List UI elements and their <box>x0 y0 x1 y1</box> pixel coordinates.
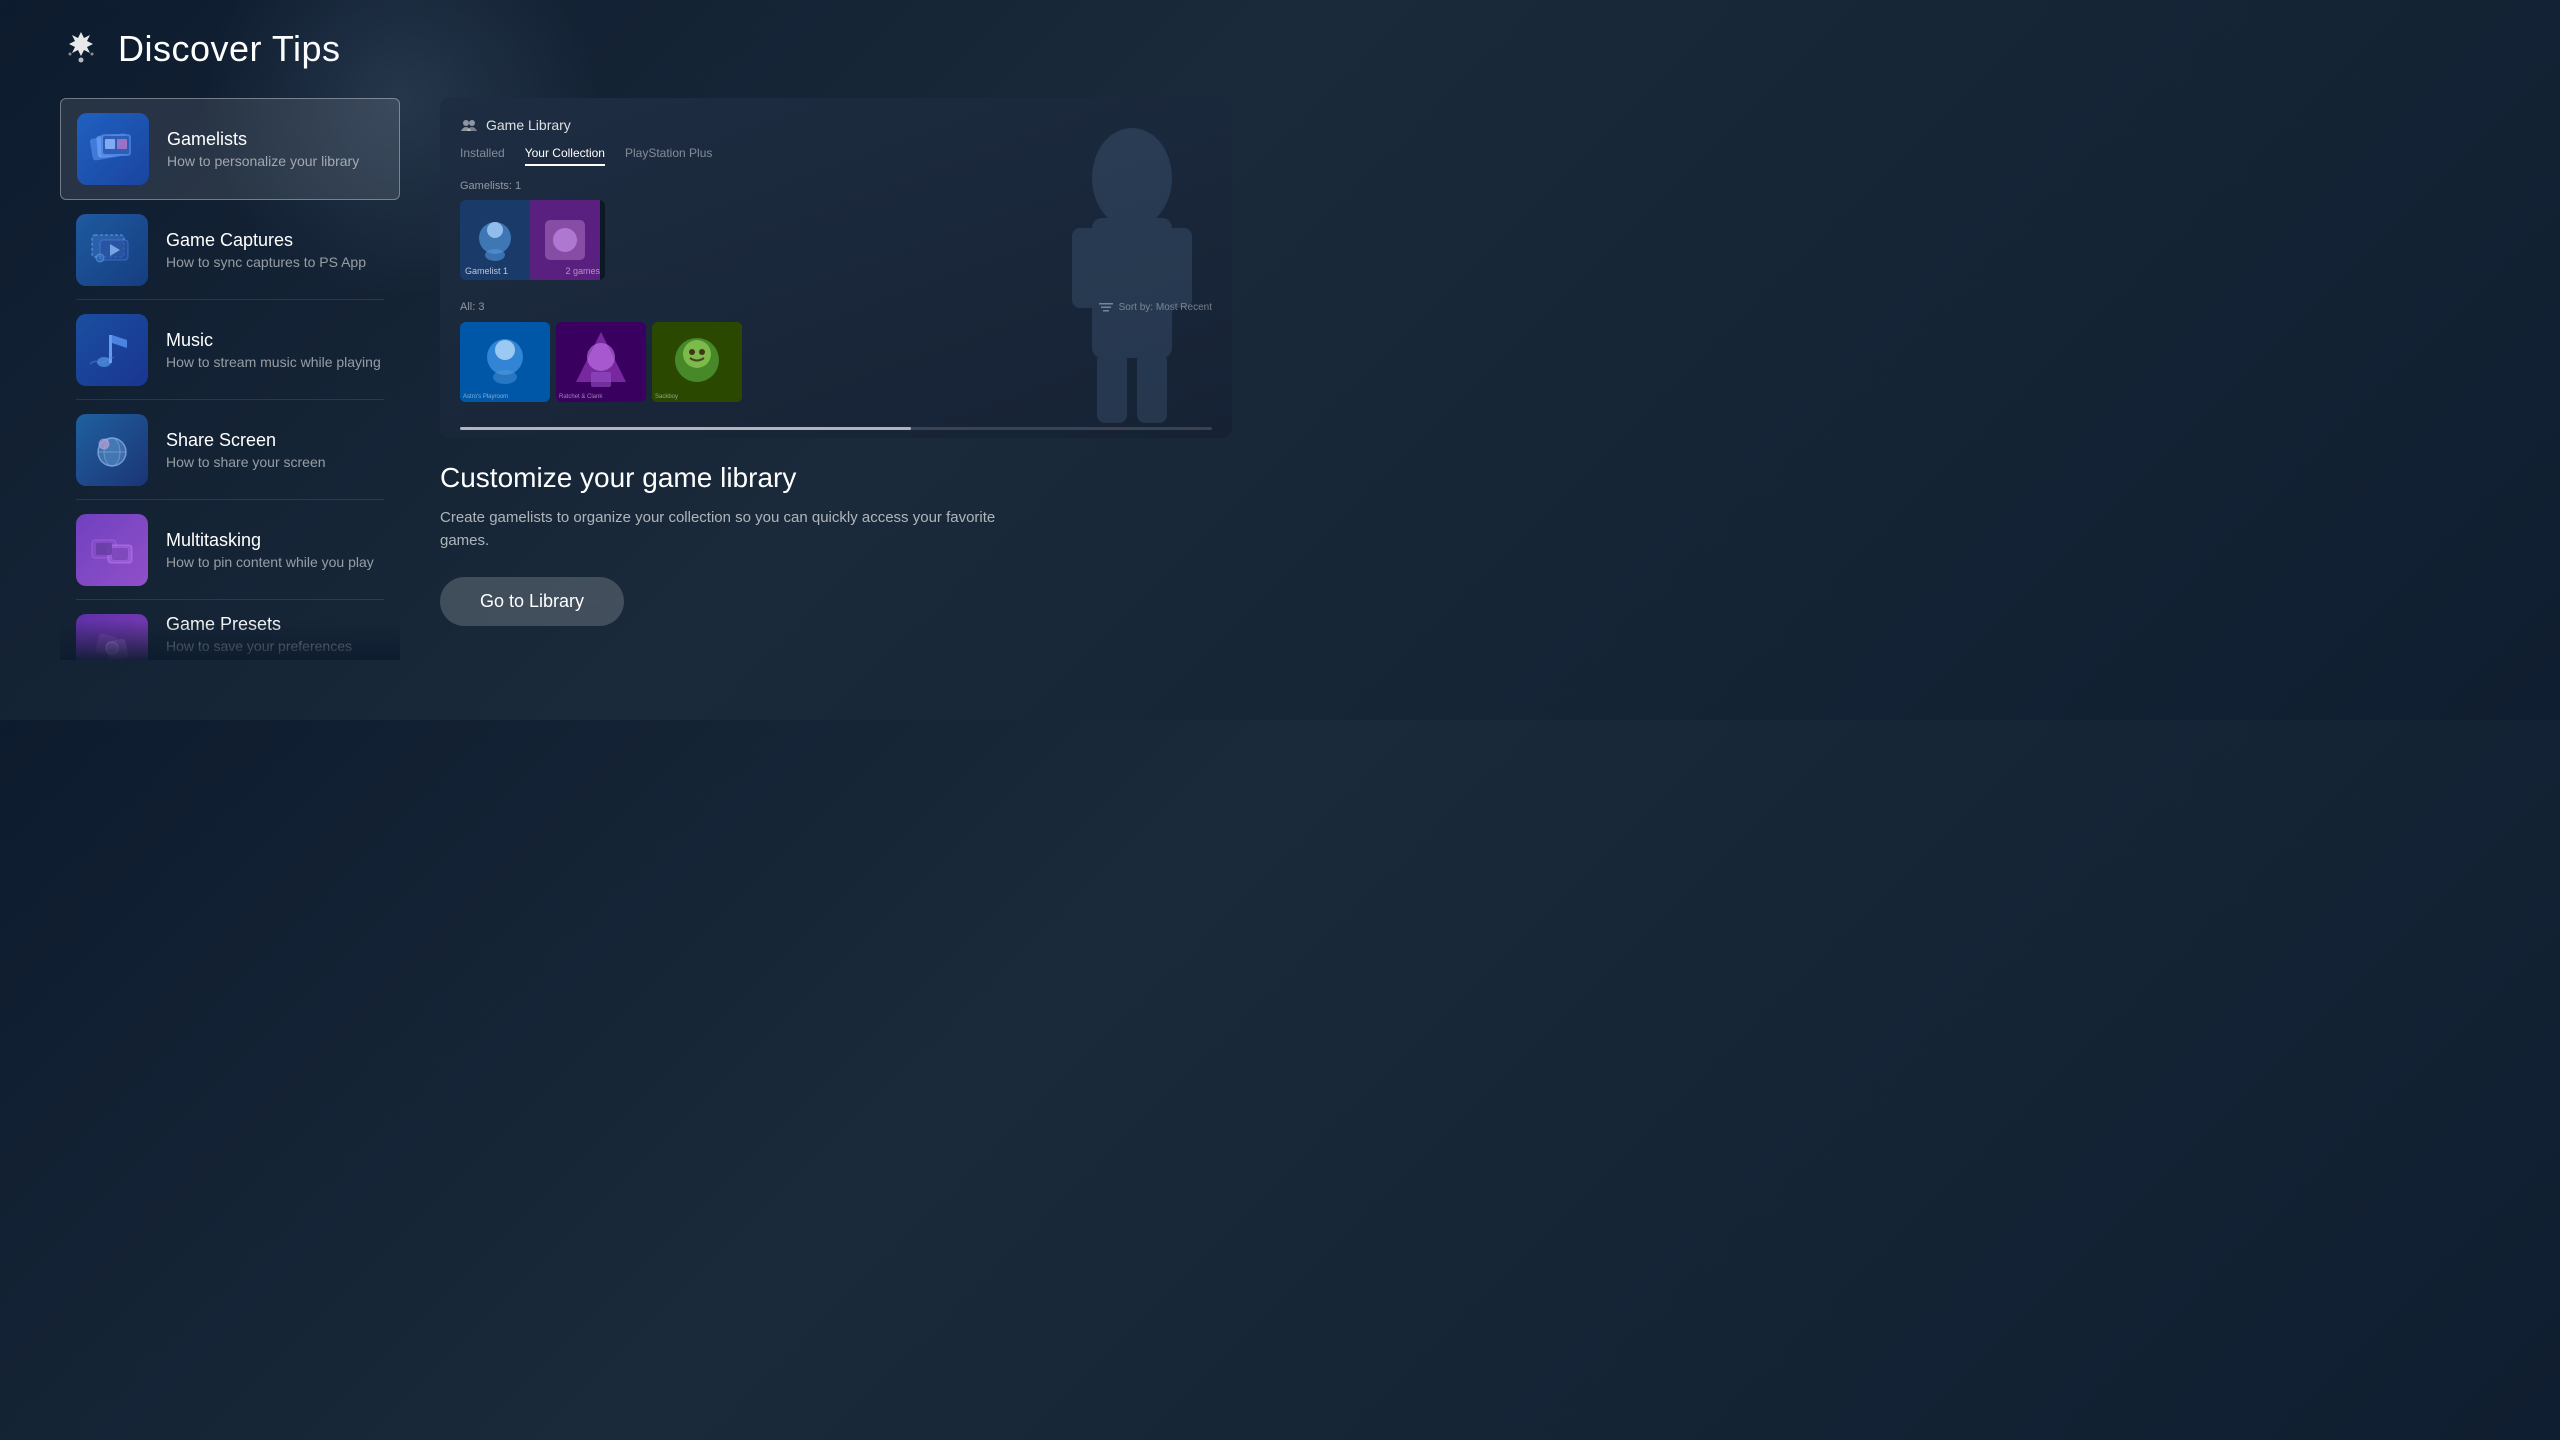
share-screen-title: Share Screen <box>166 430 384 451</box>
multitasking-subtitle: How to pin content while you play <box>166 554 384 570</box>
game-presets-icon <box>76 614 148 660</box>
gl-game-sackboy: Sackboy <box>652 322 742 402</box>
gl-scrollbar-thumb <box>460 427 911 430</box>
gl-gamelist-name: Gamelist 1 <box>465 266 508 276</box>
tip-item-game-presets[interactable]: Game Presets How to save your preference… <box>60 600 400 660</box>
music-title: Music <box>166 330 384 351</box>
music-subtitle: How to stream music while playing <box>166 354 384 370</box>
multitasking-text: Multitasking How to pin content while yo… <box>166 530 384 570</box>
gl-gamelist-count: 2 games <box>565 266 600 276</box>
music-icon <box>76 314 148 386</box>
gl-astro-label: Astro's Playroom <box>463 394 508 400</box>
tip-item-share-screen[interactable]: Share Screen How to share your screen <box>60 400 400 500</box>
tip-item-music[interactable]: Music How to stream music while playing <box>60 300 400 400</box>
main-content: Gamelists How to personalize your librar… <box>60 98 1232 692</box>
discover-tips-icon <box>60 28 102 70</box>
gl-sackboy-label: Sackboy <box>655 394 678 400</box>
desc-text: Create gamelists to organize your collec… <box>440 506 1040 553</box>
game-library-ui: Game Library Installed Your Collection P… <box>440 98 1232 438</box>
page-header: Discover Tips <box>60 28 1232 70</box>
gl-tab-collection[interactable]: Your Collection <box>525 146 605 166</box>
game-presets-text: Game Presets How to save your preference… <box>166 614 384 654</box>
game-captures-subtitle: How to sync captures to PS App <box>166 254 384 270</box>
tip-item-game-captures[interactable]: Game Captures How to sync captures to PS… <box>60 200 400 300</box>
gl-bg-figure <box>1042 98 1222 438</box>
gl-people-icon <box>460 116 478 134</box>
multitasking-icon <box>76 514 148 586</box>
gl-title: Game Library <box>486 117 571 133</box>
gamelists-icon <box>77 113 149 185</box>
game-presets-subtitle: How to save your preferences <box>166 638 384 654</box>
multitasking-title: Multitasking <box>166 530 384 551</box>
gl-tab-installed[interactable]: Installed <box>460 146 505 166</box>
gl-tab-psplus[interactable]: PlayStation Plus <box>625 146 712 166</box>
gl-all-label: All: 3 <box>460 301 484 313</box>
tips-list: Gamelists How to personalize your librar… <box>60 98 400 692</box>
share-screen-subtitle: How to share your screen <box>166 454 384 470</box>
go-to-library-button[interactable]: Go to Library <box>440 577 624 626</box>
gl-gamelist-card[interactable]: Gamelist 1 2 games <box>460 200 605 280</box>
page-title: Discover Tips <box>118 28 341 70</box>
share-screen-icon <box>76 414 148 486</box>
gamelists-subtitle: How to personalize your library <box>167 153 383 169</box>
gl-game-ratchet: Ratchet & Clank <box>556 322 646 402</box>
game-captures-icon <box>76 214 148 286</box>
description-section: Customize your game library Create gamel… <box>440 462 1232 692</box>
game-captures-text: Game Captures How to sync captures to PS… <box>166 230 384 270</box>
preview-image: Game Library Installed Your Collection P… <box>440 98 1232 438</box>
right-panel: Game Library Installed Your Collection P… <box>440 98 1232 692</box>
gl-ratchet-label: Ratchet & Clank <box>559 394 602 400</box>
gamelists-title: Gamelists <box>167 129 383 150</box>
game-presets-title: Game Presets <box>166 614 384 635</box>
music-text: Music How to stream music while playing <box>166 330 384 370</box>
desc-title: Customize your game library <box>440 462 1232 494</box>
gl-game-astro: Astro's Playroom <box>460 322 550 402</box>
gamelists-text: Gamelists How to personalize your librar… <box>167 129 383 169</box>
tip-item-multitasking[interactable]: Multitasking How to pin content while yo… <box>60 500 400 600</box>
game-captures-title: Game Captures <box>166 230 384 251</box>
tip-item-gamelists[interactable]: Gamelists How to personalize your librar… <box>60 98 400 200</box>
share-screen-text: Share Screen How to share your screen <box>166 430 384 470</box>
